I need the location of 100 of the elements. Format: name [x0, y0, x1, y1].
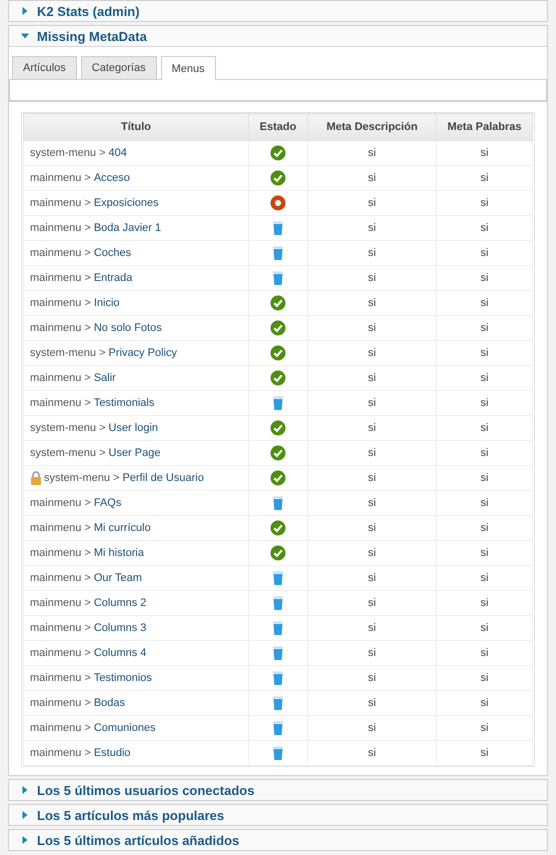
- trash-icon[interactable]: [270, 670, 286, 686]
- menu-item-link[interactable]: Entrada: [94, 272, 132, 284]
- menu-item-link[interactable]: Exposiciones: [94, 197, 159, 209]
- menu-name: mainmenu >: [30, 672, 91, 684]
- menu-item-link[interactable]: Bodas: [94, 697, 126, 709]
- table-cell: si: [436, 740, 532, 766]
- trash-icon[interactable]: [270, 245, 286, 261]
- trash-icon[interactable]: [270, 270, 286, 286]
- menu-name: system-menu >: [30, 147, 106, 159]
- table-cell: si: [436, 666, 532, 690]
- column-header: Título: [24, 114, 248, 140]
- table-cell: si: [436, 590, 532, 616]
- column-header: Meta Palabras: [436, 114, 532, 140]
- table-cell: si: [308, 140, 436, 166]
- table-cell: si: [308, 666, 436, 690]
- table-cell: si: [436, 190, 532, 216]
- trash-icon[interactable]: [270, 720, 286, 736]
- table-cell: si: [308, 190, 436, 216]
- table-cell: si: [436, 290, 532, 316]
- check-icon[interactable]: [270, 470, 286, 486]
- tab[interactable]: Artículos: [12, 56, 77, 79]
- trash-icon[interactable]: [270, 220, 286, 236]
- menu-item-link[interactable]: Columns 2: [94, 597, 146, 609]
- check-icon[interactable]: [270, 345, 286, 361]
- check-icon[interactable]: [270, 520, 286, 536]
- menu-item-link[interactable]: Mi currículo: [94, 522, 151, 534]
- menu-item-link[interactable]: Estudio: [94, 747, 131, 759]
- table-cell: si: [436, 516, 532, 540]
- toggle-arrow-icon: [21, 7, 29, 15]
- menu-item-link[interactable]: FAQs: [94, 497, 122, 509]
- menu-name: mainmenu >: [30, 372, 91, 384]
- panel-title: Los 5 artículos más populares: [37, 808, 224, 822]
- trash-icon[interactable]: [270, 595, 286, 611]
- menu-name: mainmenu >: [30, 697, 91, 709]
- menu-item-link[interactable]: Columns 3: [94, 622, 146, 634]
- trash-icon[interactable]: [270, 395, 286, 411]
- table-cell: si: [308, 690, 436, 716]
- table-cell: si: [308, 216, 436, 240]
- table-cell: si: [436, 440, 532, 466]
- tab[interactable]: Categorías: [80, 56, 157, 79]
- menu-name: mainmenu >: [30, 397, 91, 409]
- menu-name: system-menu >: [44, 472, 120, 484]
- menu-item-link[interactable]: User Page: [108, 447, 160, 459]
- menu-item-link[interactable]: 404: [108, 147, 127, 159]
- check-icon[interactable]: [270, 295, 286, 311]
- check-icon[interactable]: [270, 420, 286, 436]
- menu-item-link[interactable]: Acceso: [94, 172, 130, 184]
- menu-item-link[interactable]: Testimonios: [94, 672, 152, 684]
- menu-name: mainmenu >: [30, 247, 91, 259]
- trash-icon[interactable]: [270, 495, 286, 511]
- lock-icon: [30, 471, 42, 485]
- table-cell: si: [436, 390, 532, 416]
- menu-item-link[interactable]: Testimonials: [94, 397, 154, 409]
- table-cell: si: [308, 316, 436, 340]
- stop-icon[interactable]: [270, 195, 286, 211]
- check-icon[interactable]: [270, 445, 286, 461]
- menu-name: mainmenu >: [30, 597, 91, 609]
- table-cell: si: [308, 440, 436, 466]
- check-icon[interactable]: [270, 545, 286, 561]
- table-cell: si: [308, 340, 436, 366]
- menu-item-link[interactable]: Salir: [94, 372, 116, 384]
- menu-name: mainmenu >: [30, 297, 91, 309]
- menu-item-link[interactable]: Boda Javier 1: [94, 222, 162, 234]
- check-icon[interactable]: [270, 170, 286, 186]
- panel-title: Los 5 últimos usuarios conectados: [37, 782, 254, 798]
- table-cell: si: [436, 366, 532, 390]
- trash-icon[interactable]: [270, 570, 286, 586]
- toggle-arrow-icon: [21, 811, 29, 819]
- table-cell: si: [308, 490, 436, 516]
- menu-item-link[interactable]: User login: [108, 422, 158, 434]
- table-cell: si: [308, 566, 436, 590]
- check-icon[interactable]: [270, 370, 286, 386]
- table-cell: si: [308, 616, 436, 640]
- table-cell: si: [308, 516, 436, 540]
- table-cell: si: [308, 290, 436, 316]
- menu-item-link[interactable]: Mi historia: [94, 547, 144, 559]
- menu-name: mainmenu >: [30, 572, 91, 584]
- table-cell: si: [436, 490, 532, 516]
- menu-item-link[interactable]: No solo Fotos: [94, 322, 162, 334]
- table-cell: si: [308, 640, 436, 666]
- menu-item-link[interactable]: Coches: [94, 247, 132, 259]
- panel-title: K2 Stats (admin): [37, 4, 140, 18]
- table-cell: si: [436, 690, 532, 716]
- check-icon[interactable]: [270, 145, 286, 161]
- table-cell: si: [308, 266, 436, 290]
- menu-name: mainmenu >: [30, 747, 91, 759]
- menu-name: mainmenu >: [30, 272, 91, 284]
- tab[interactable]: Menus: [160, 56, 216, 80]
- menu-item-link[interactable]: Privacy Policy: [108, 347, 177, 359]
- trash-icon[interactable]: [270, 745, 286, 761]
- menu-item-link[interactable]: Comuniones: [94, 722, 156, 734]
- menu-item-link[interactable]: Inicio: [94, 297, 120, 309]
- trash-icon[interactable]: [270, 695, 286, 711]
- menu-item-link[interactable]: Perfil de Usuario: [122, 472, 204, 484]
- menu-name: mainmenu >: [30, 522, 91, 534]
- trash-icon[interactable]: [270, 620, 286, 636]
- menu-item-link[interactable]: Our Team: [94, 572, 142, 584]
- check-icon[interactable]: [270, 320, 286, 336]
- trash-icon[interactable]: [270, 645, 286, 661]
- menu-item-link[interactable]: Columns 4: [94, 647, 146, 659]
